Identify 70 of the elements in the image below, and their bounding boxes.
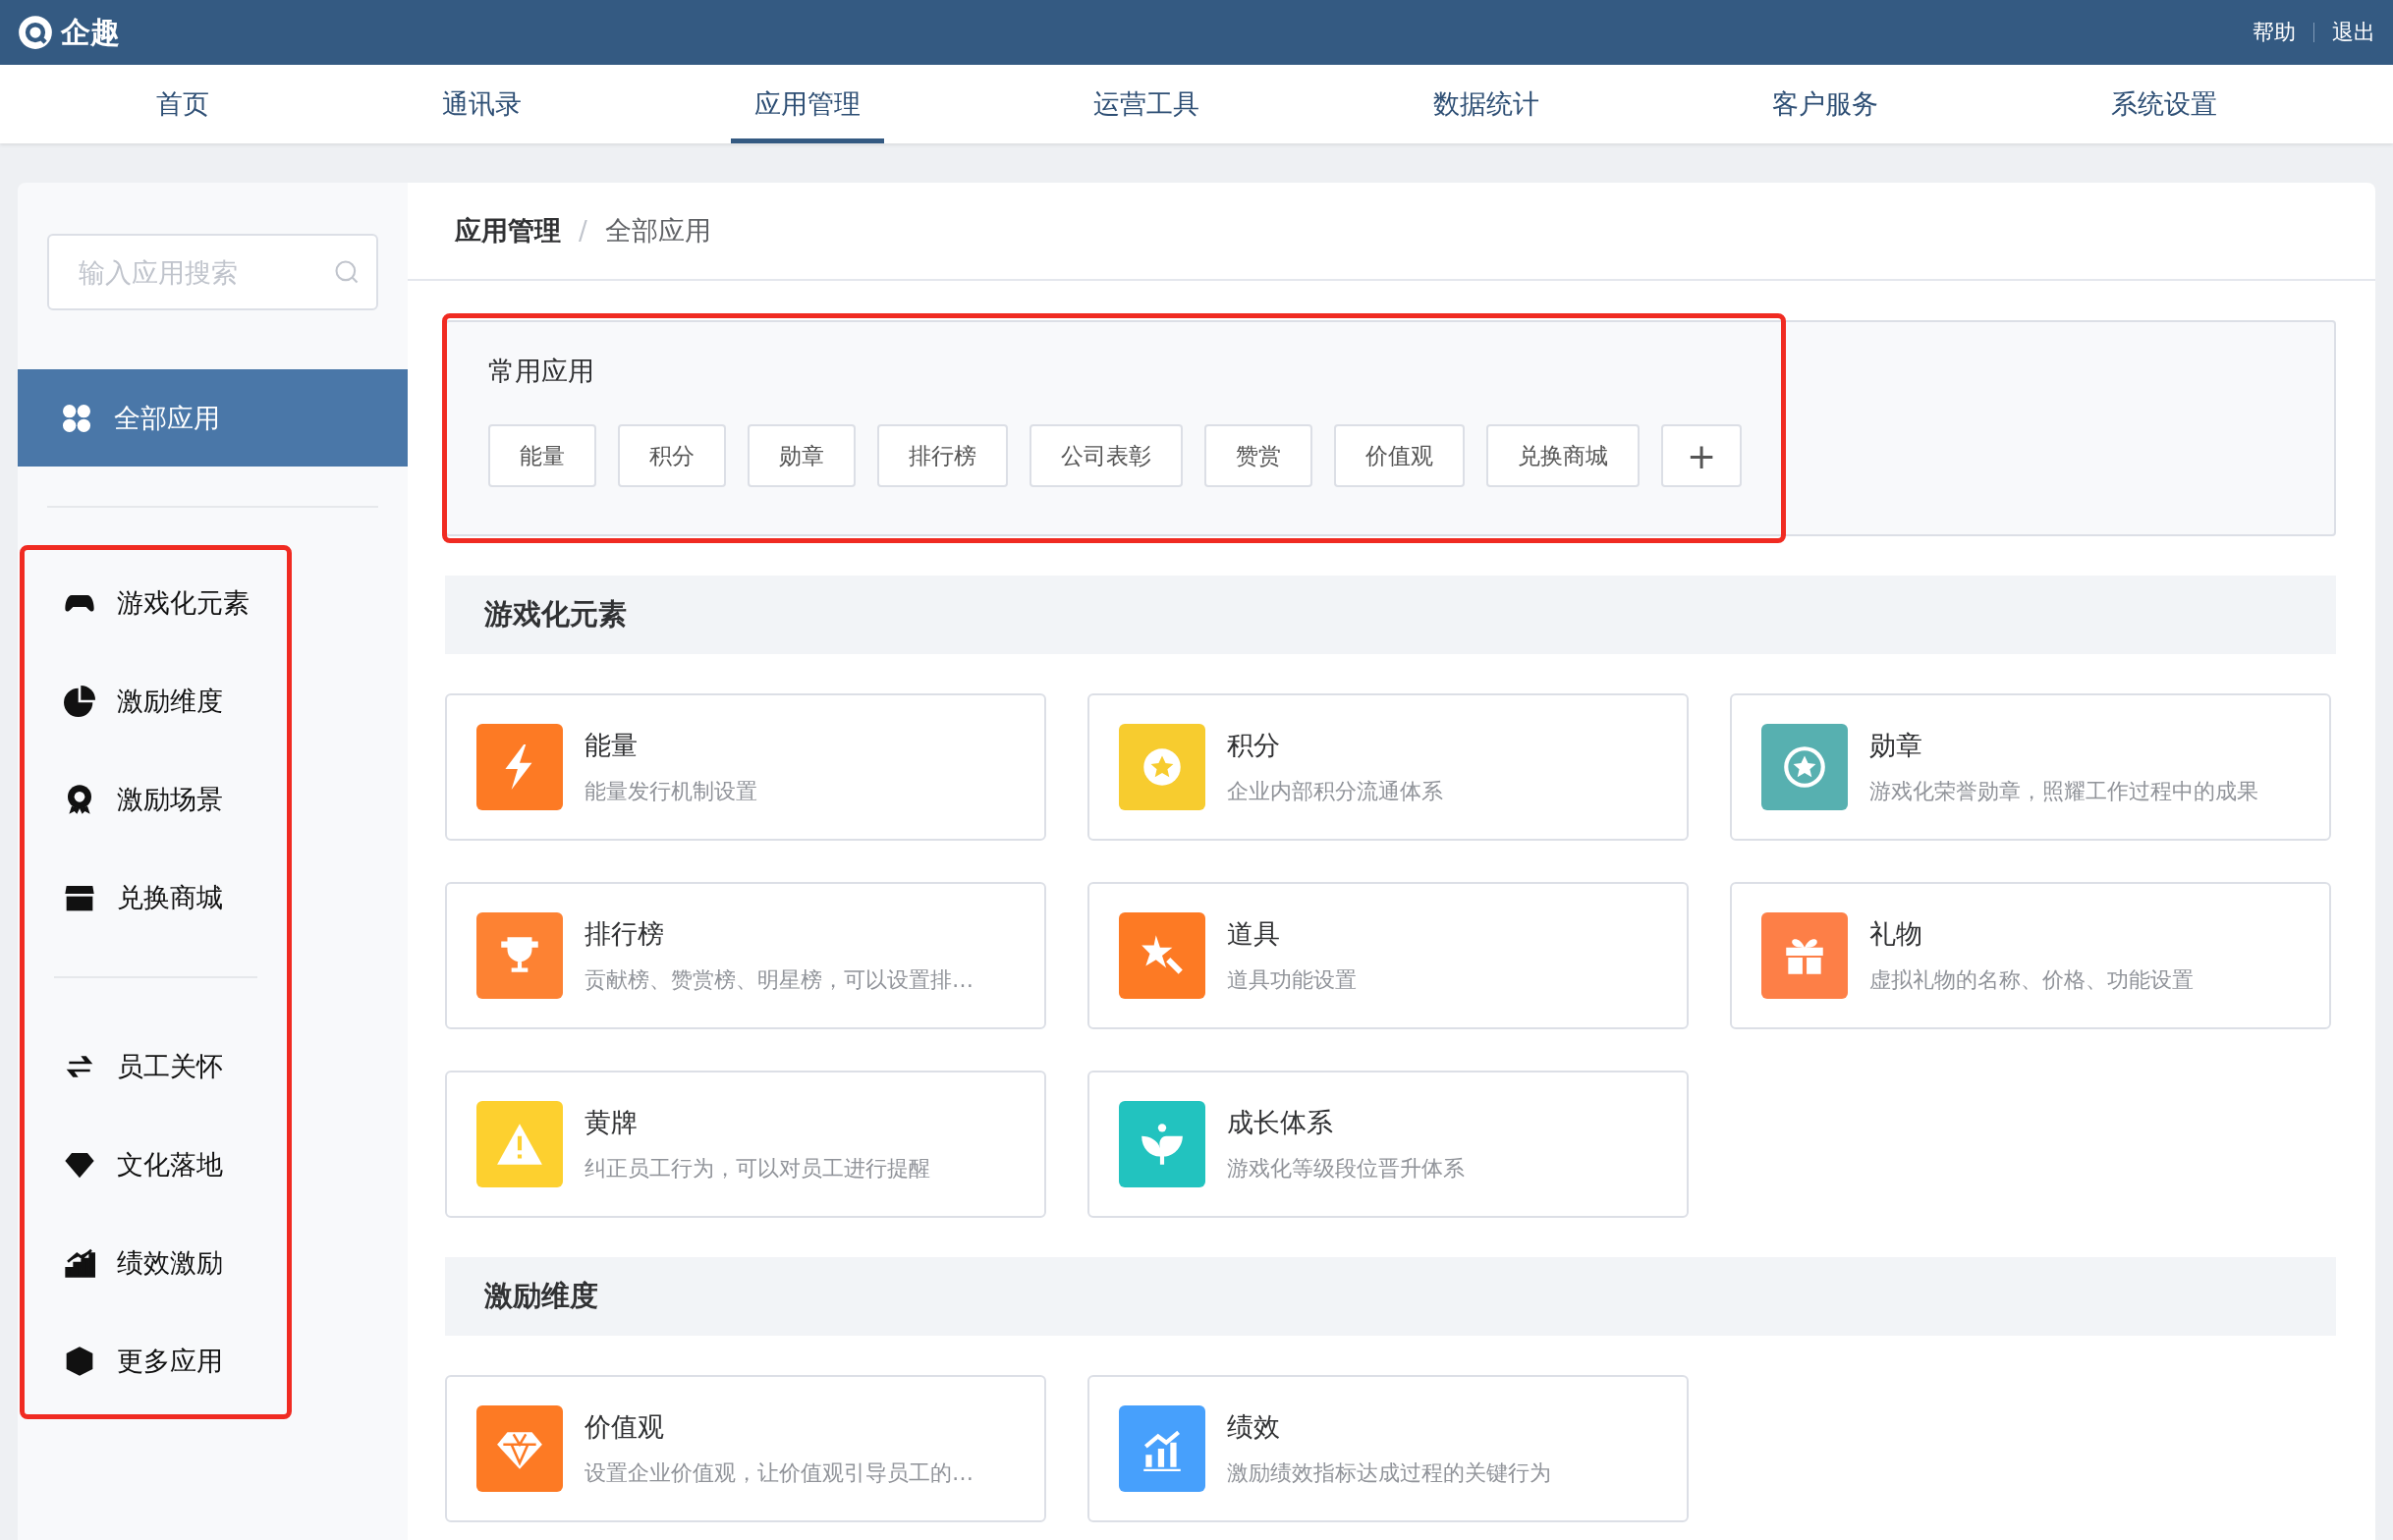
search-field[interactable]: 输入应用搜索 bbox=[47, 234, 378, 310]
app-shortcut-button[interactable]: 能量 bbox=[488, 424, 596, 487]
app-card[interactable]: 黄牌 纠正员工行为，可以对员工进行提醒 bbox=[445, 1071, 1046, 1218]
breadcrumb-current: 全部应用 bbox=[604, 214, 711, 248]
app-name: 绩效 bbox=[1227, 1410, 1281, 1444]
app-shortcut-button[interactable]: 价值观 bbox=[1334, 424, 1465, 487]
nav-tab[interactable]: 应用管理 bbox=[731, 65, 885, 143]
breadcrumb-separator: / bbox=[579, 216, 587, 246]
app-card[interactable]: 成长体系 游戏化等级段位晋升体系 bbox=[1087, 1071, 1689, 1218]
sidebar-item[interactable]: 文化落地 bbox=[25, 1116, 287, 1214]
app-description: 贡献榜、赞赏榜、明星榜，可以设置排… bbox=[584, 966, 974, 994]
app-description: 游戏化荣誉勋章，照耀工作过程中的成果 bbox=[1869, 778, 2258, 805]
section-header: 激励维度 bbox=[445, 1257, 2336, 1336]
sidebar-item[interactable]: 游戏化元素 bbox=[25, 554, 287, 652]
logo-icon bbox=[18, 15, 53, 50]
app-shortcut-button[interactable]: 兑换商城 bbox=[1486, 424, 1640, 487]
sidebar-item[interactable]: 更多应用 bbox=[25, 1312, 287, 1410]
sidebar-item[interactable]: 绩效激励 bbox=[25, 1214, 287, 1312]
app-name: 能量 bbox=[584, 729, 639, 762]
app-description: 纠正员工行为，可以对员工进行提醒 bbox=[584, 1155, 930, 1182]
app-card[interactable]: 积分 企业内部积分流通体系 bbox=[1087, 693, 1689, 841]
app-card[interactable]: 道具 道具功能设置 bbox=[1087, 882, 1689, 1029]
breadcrumb-link[interactable]: 应用管理 bbox=[455, 213, 561, 248]
app-shortcut-button[interactable]: 排行榜 bbox=[877, 424, 1008, 487]
grid-icon bbox=[61, 402, 92, 434]
panel-title: 常用应用 bbox=[488, 355, 595, 388]
app-card[interactable]: 排行榜 贡献榜、赞赏榜、明星榜，可以设置排… bbox=[445, 882, 1046, 1029]
app-name: 排行榜 bbox=[584, 917, 665, 951]
app-shortcut-button[interactable]: 勋章 bbox=[748, 424, 856, 487]
app-shortcut-button[interactable]: 赞赏 bbox=[1204, 424, 1312, 487]
app-name: 勋章 bbox=[1869, 729, 1923, 762]
sidebar-item[interactable]: 全部应用 bbox=[18, 369, 408, 467]
app-description: 道具功能设置 bbox=[1227, 966, 1357, 994]
nav-tab[interactable]: 客户服务 bbox=[1749, 65, 1903, 143]
app-card[interactable]: 礼物 虚拟礼物的名称、价格、功能设置 bbox=[1730, 882, 2331, 1029]
logo-text: 企趣 bbox=[61, 13, 120, 51]
nav-tab[interactable]: 运营工具 bbox=[1070, 65, 1224, 143]
app-description: 设置企业价值观，让价值观引导员工的… bbox=[584, 1459, 974, 1487]
app-name: 价值观 bbox=[584, 1410, 665, 1444]
top-link[interactable]: 退出 bbox=[2332, 18, 2375, 47]
app-shortcut-button[interactable]: 积分 bbox=[618, 424, 726, 487]
app-shortcut-button[interactable]: 公司表彰 bbox=[1030, 424, 1183, 487]
cube-icon bbox=[64, 1346, 95, 1377]
app-name: 礼物 bbox=[1869, 917, 1923, 951]
app-name: 积分 bbox=[1227, 729, 1281, 762]
sidebar-item[interactable]: 兑换商城 bbox=[25, 849, 287, 947]
sidebar-item[interactable]: 激励维度 bbox=[25, 652, 287, 750]
app-card[interactable]: 价值观 设置企业价值观，让价值观引导员工的… bbox=[445, 1375, 1046, 1522]
app-card[interactable]: 能量 能量发行机制设置 bbox=[445, 693, 1046, 841]
nav-tab[interactable]: 数据统计 bbox=[1409, 65, 1563, 143]
app-name: 黄牌 bbox=[584, 1106, 639, 1139]
add-button[interactable]: + bbox=[1661, 424, 1743, 487]
sidebar-item[interactable]: 员工关怀 bbox=[25, 1018, 287, 1116]
nav-tab[interactable]: 系统设置 bbox=[2087, 65, 2242, 143]
app-description: 企业内部积分流通体系 bbox=[1227, 778, 1443, 805]
sidebar-item[interactable]: 激励场景 bbox=[25, 750, 287, 849]
app-description: 游戏化等级段位晋升体系 bbox=[1227, 1155, 1465, 1182]
app-card[interactable]: 绩效 激励绩效指标达成过程的关键行为 bbox=[1087, 1375, 1689, 1522]
top-link[interactable]: 帮助 bbox=[2253, 18, 2296, 47]
app-card[interactable]: 勋章 游戏化荣誉勋章，照耀工作过程中的成果 bbox=[1730, 693, 2331, 841]
nav-tab[interactable]: 通讯录 bbox=[417, 65, 545, 143]
app-name: 成长体系 bbox=[1227, 1106, 1334, 1139]
search-icon bbox=[333, 258, 361, 286]
pie-chart-icon bbox=[64, 686, 95, 717]
app-description: 虚拟礼物的名称、价格、功能设置 bbox=[1869, 966, 2194, 994]
app-name: 道具 bbox=[1227, 917, 1281, 951]
section-header: 游戏化元素 bbox=[445, 576, 2336, 654]
app-description: 激励绩效指标达成过程的关键行为 bbox=[1227, 1459, 1551, 1487]
app-description: 能量发行机制设置 bbox=[584, 778, 757, 805]
nav-tab[interactable]: 首页 bbox=[132, 65, 233, 143]
